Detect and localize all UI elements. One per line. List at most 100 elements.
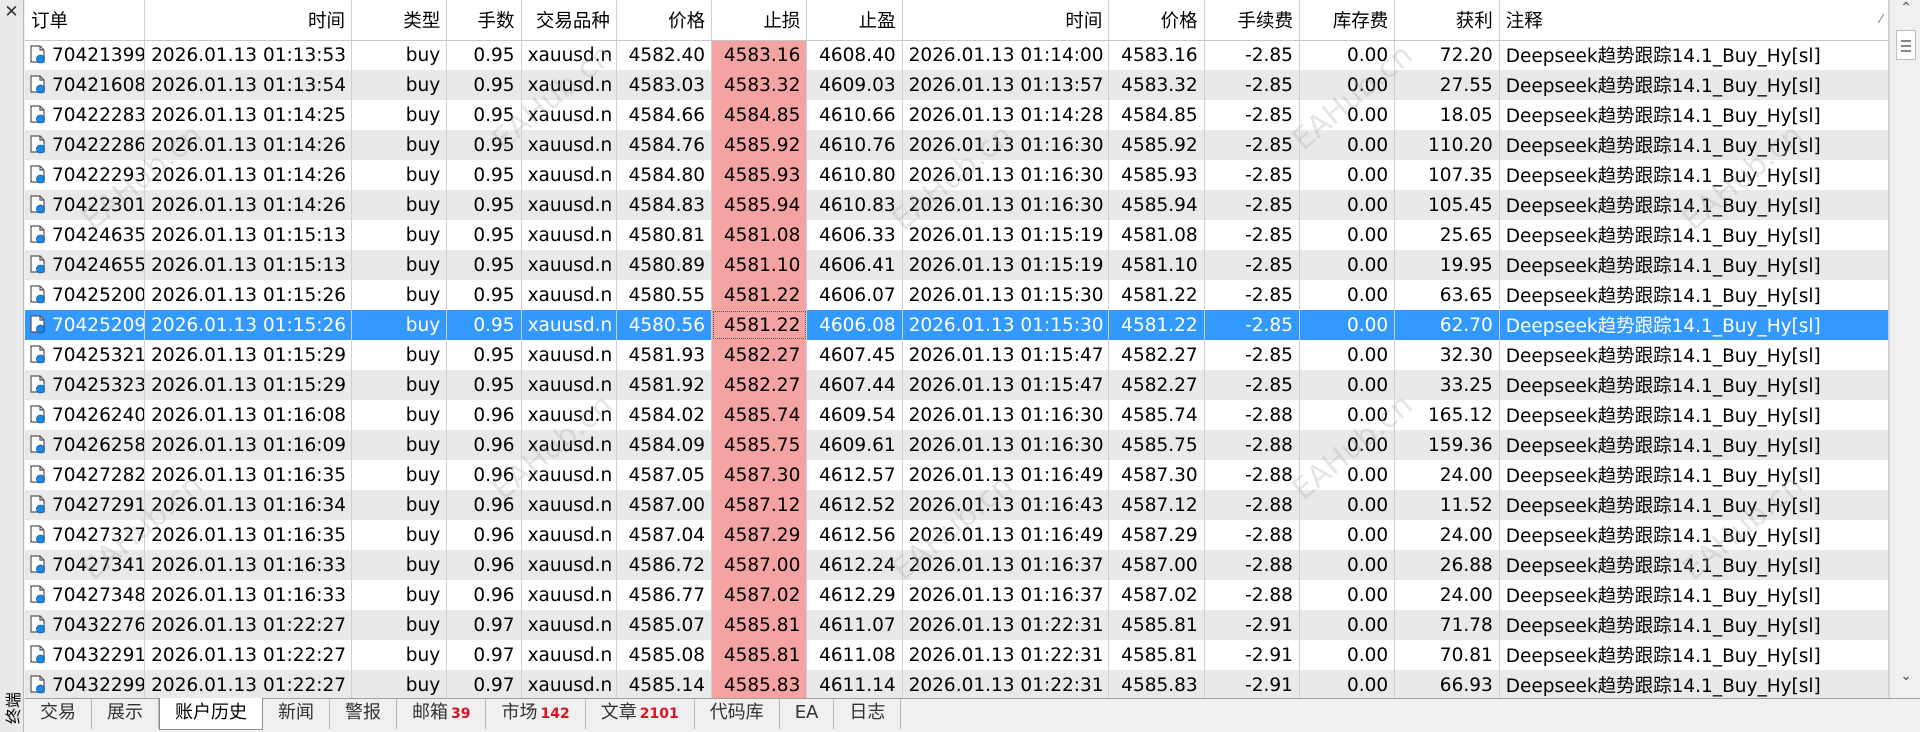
table-row[interactable]: 70426258 2026.01.13 01:16:09 buy 0.96 xauusd… bbox=[25, 430, 1889, 460]
terminal-tab-bar: 交易 展示 账户历史 新闻 警报 邮箱 39 市场 142 文章 2101 代码库 EA 日志 bbox=[25, 698, 1920, 732]
document-icon bbox=[29, 224, 46, 244]
cell-take-profit: 4606.41 bbox=[806, 250, 903, 280]
table-row[interactable]: 70427291 2026.01.13 01:16:34 buy 0.96 xauusd… bbox=[25, 490, 1889, 520]
cell-comment: Deepseek趋势跟踪14.1_Buy_Hy[sl] bbox=[1499, 100, 1889, 130]
order-number: 70432299 bbox=[52, 674, 145, 696]
close-icon[interactable]: ✕ bbox=[3, 4, 20, 21]
cell-swap: 0.00 bbox=[1299, 190, 1396, 220]
table-row[interactable]: 70427327 2026.01.13 01:16:35 buy 0.96 xauusd… bbox=[25, 520, 1889, 550]
chevron-down-icon[interactable]: ⌄ bbox=[1897, 668, 1915, 692]
cell-swap: 0.00 bbox=[1299, 670, 1396, 698]
order-number: 70432291 bbox=[52, 644, 145, 666]
cell-order: 70421399 bbox=[25, 40, 146, 70]
column-header-swap[interactable]: 库存费 bbox=[1299, 0, 1396, 41]
cell-close-price: 4581.22 bbox=[1108, 310, 1205, 340]
column-header-type[interactable]: 类型 bbox=[351, 0, 448, 41]
table-row[interactable]: 70422301 2026.01.13 01:14:26 buy 0.95 xauusd… bbox=[25, 190, 1889, 220]
table-row[interactable]: 70421608 2026.01.13 01:13:54 buy 0.95 xauusd… bbox=[25, 70, 1889, 100]
chevron-up-icon[interactable]: ⌃ bbox=[1897, 0, 1915, 20]
table-row[interactable]: 70422283 2026.01.13 01:14:25 buy 0.95 xauusd… bbox=[25, 100, 1889, 130]
column-header-close-time[interactable]: 时间 bbox=[902, 0, 1110, 41]
column-header-commission[interactable]: 手续费 bbox=[1204, 0, 1300, 41]
column-header-order[interactable]: 订单 bbox=[25, 0, 146, 41]
order-number: 70427348 bbox=[52, 584, 145, 606]
table-row[interactable]: 70425209 2026.01.13 01:15:26 buy 0.95 xauusd… bbox=[25, 310, 1889, 340]
tab-badge: 39 bbox=[451, 706, 471, 722]
column-header-take-profit[interactable]: 止盈 bbox=[806, 0, 903, 41]
column-header-open-time[interactable]: 时间 bbox=[144, 0, 352, 41]
cell-profit: 110.20 bbox=[1394, 130, 1500, 160]
terminal-window: ✕ 终端 订单 时间 类型 手数 交易品种 价格 止损 止盈 时间 价格 手续费 库存费 获利 注释 ⁄ 7… bbox=[0, 0, 1920, 732]
tab-8[interactable]: 代码库 bbox=[695, 699, 780, 729]
tab-5[interactable]: 邮箱 39 bbox=[397, 699, 487, 729]
cell-swap: 0.00 bbox=[1299, 40, 1396, 70]
vertical-scrollbar[interactable]: ⌃ ⌄ bbox=[1889, 0, 1920, 698]
table-row[interactable]: 70421399 2026.01.13 01:13:53 buy 0.95 xauusd… bbox=[25, 40, 1889, 70]
table-row[interactable]: 70432276 2026.01.13 01:22:27 buy 0.97 xauusd… bbox=[25, 610, 1889, 640]
table-row[interactable]: 70424655 2026.01.13 01:15:13 buy 0.95 xauusd… bbox=[25, 250, 1889, 280]
cell-type: buy bbox=[351, 430, 448, 460]
tab-6[interactable]: 市场 142 bbox=[486, 699, 586, 729]
table-row[interactable]: 70425200 2026.01.13 01:15:26 buy 0.95 xauusd… bbox=[25, 280, 1889, 310]
cell-close-time: 2026.01.13 01:15:30 bbox=[902, 280, 1110, 310]
column-header-lots[interactable]: 手数 bbox=[446, 0, 522, 41]
table-row[interactable]: 70422293 2026.01.13 01:14:26 buy 0.95 xauusd… bbox=[25, 160, 1889, 190]
cell-stop-loss: 4581.08 bbox=[711, 220, 808, 250]
tab-1[interactable]: 展示 bbox=[92, 699, 159, 729]
document-icon bbox=[29, 344, 46, 364]
cell-symbol: xauusd.n bbox=[521, 160, 617, 190]
column-header-stop-loss[interactable]: 止损 bbox=[711, 0, 808, 41]
cell-commission: -2.85 bbox=[1204, 340, 1300, 370]
column-header-profit[interactable]: 获利 bbox=[1394, 0, 1500, 41]
table-row[interactable]: 70427282 2026.01.13 01:16:35 buy 0.96 xauusd… bbox=[25, 460, 1889, 490]
document-icon bbox=[29, 254, 46, 274]
cell-type: buy bbox=[351, 670, 448, 698]
cell-close-time: 2026.01.13 01:14:28 bbox=[902, 100, 1110, 130]
table-row[interactable]: 70432299 2026.01.13 01:22:27 buy 0.97 xauusd… bbox=[25, 670, 1889, 698]
cell-swap: 0.00 bbox=[1299, 160, 1396, 190]
table-row[interactable]: 70425321 2026.01.13 01:15:29 buy 0.95 xauusd… bbox=[25, 340, 1889, 370]
cell-symbol: xauusd.n bbox=[521, 100, 617, 130]
document-icon bbox=[29, 374, 46, 394]
document-icon bbox=[29, 464, 46, 484]
cell-lots: 0.95 bbox=[446, 190, 522, 220]
tab-3[interactable]: 新闻 bbox=[263, 699, 330, 729]
cell-open-time: 2026.01.13 01:13:54 bbox=[144, 70, 352, 100]
tab-9[interactable]: EA bbox=[780, 699, 835, 729]
cell-stop-loss: 4585.75 bbox=[711, 430, 808, 460]
cell-open-time: 2026.01.13 01:15:13 bbox=[144, 220, 352, 250]
cell-commission: -2.85 bbox=[1204, 310, 1300, 340]
column-header-comment[interactable]: 注释 ⁄ bbox=[1499, 0, 1889, 41]
order-number: 70427282 bbox=[52, 464, 145, 486]
tab-2[interactable]: 账户历史 bbox=[159, 698, 263, 730]
table-row[interactable]: 70424635 2026.01.13 01:15:13 buy 0.95 xauusd… bbox=[25, 220, 1889, 250]
tab-0[interactable]: 交易 bbox=[25, 699, 92, 729]
table-row[interactable]: 70425323 2026.01.13 01:15:29 buy 0.95 xauusd… bbox=[25, 370, 1889, 400]
cell-close-time: 2026.01.13 01:13:57 bbox=[902, 70, 1110, 100]
cell-close-price: 4585.74 bbox=[1108, 400, 1205, 430]
cell-lots: 0.95 bbox=[446, 280, 522, 310]
table-row[interactable]: 70422286 2026.01.13 01:14:26 buy 0.95 xauusd… bbox=[25, 130, 1889, 160]
cell-stop-loss: 4581.22 bbox=[711, 280, 808, 310]
table-row[interactable]: 70427341 2026.01.13 01:16:33 buy 0.96 xauusd… bbox=[25, 550, 1889, 580]
cell-stop-loss: 4583.16 bbox=[711, 40, 808, 70]
table-row[interactable]: 70426240 2026.01.13 01:16:08 buy 0.96 xauusd… bbox=[25, 400, 1889, 430]
tab-4[interactable]: 警报 bbox=[330, 699, 397, 729]
cell-symbol: xauusd.n bbox=[521, 220, 617, 250]
cell-open-time: 2026.01.13 01:15:29 bbox=[144, 340, 352, 370]
column-header-symbol[interactable]: 交易品种 bbox=[521, 0, 617, 41]
table-row[interactable]: 70432291 2026.01.13 01:22:27 buy 0.97 xauusd… bbox=[25, 640, 1889, 670]
scroll-thumb[interactable] bbox=[1896, 30, 1916, 60]
tab-10[interactable]: 日志 bbox=[834, 699, 902, 729]
cell-commission: -2.85 bbox=[1204, 190, 1300, 220]
column-header-close-price[interactable]: 价格 bbox=[1108, 0, 1205, 41]
cell-type: buy bbox=[351, 70, 448, 100]
column-header-open-price[interactable]: 价格 bbox=[616, 0, 713, 41]
document-icon bbox=[29, 434, 46, 454]
tab-7[interactable]: 文章 2101 bbox=[586, 699, 695, 729]
cell-take-profit: 4606.07 bbox=[806, 280, 903, 310]
cell-swap: 0.00 bbox=[1299, 400, 1396, 430]
cell-comment: Deepseek趋势跟踪14.1_Buy_Hy[sl] bbox=[1499, 430, 1889, 460]
order-number: 70422283 bbox=[52, 104, 145, 126]
table-row[interactable]: 70427348 2026.01.13 01:16:33 buy 0.96 xauusd… bbox=[25, 580, 1889, 610]
